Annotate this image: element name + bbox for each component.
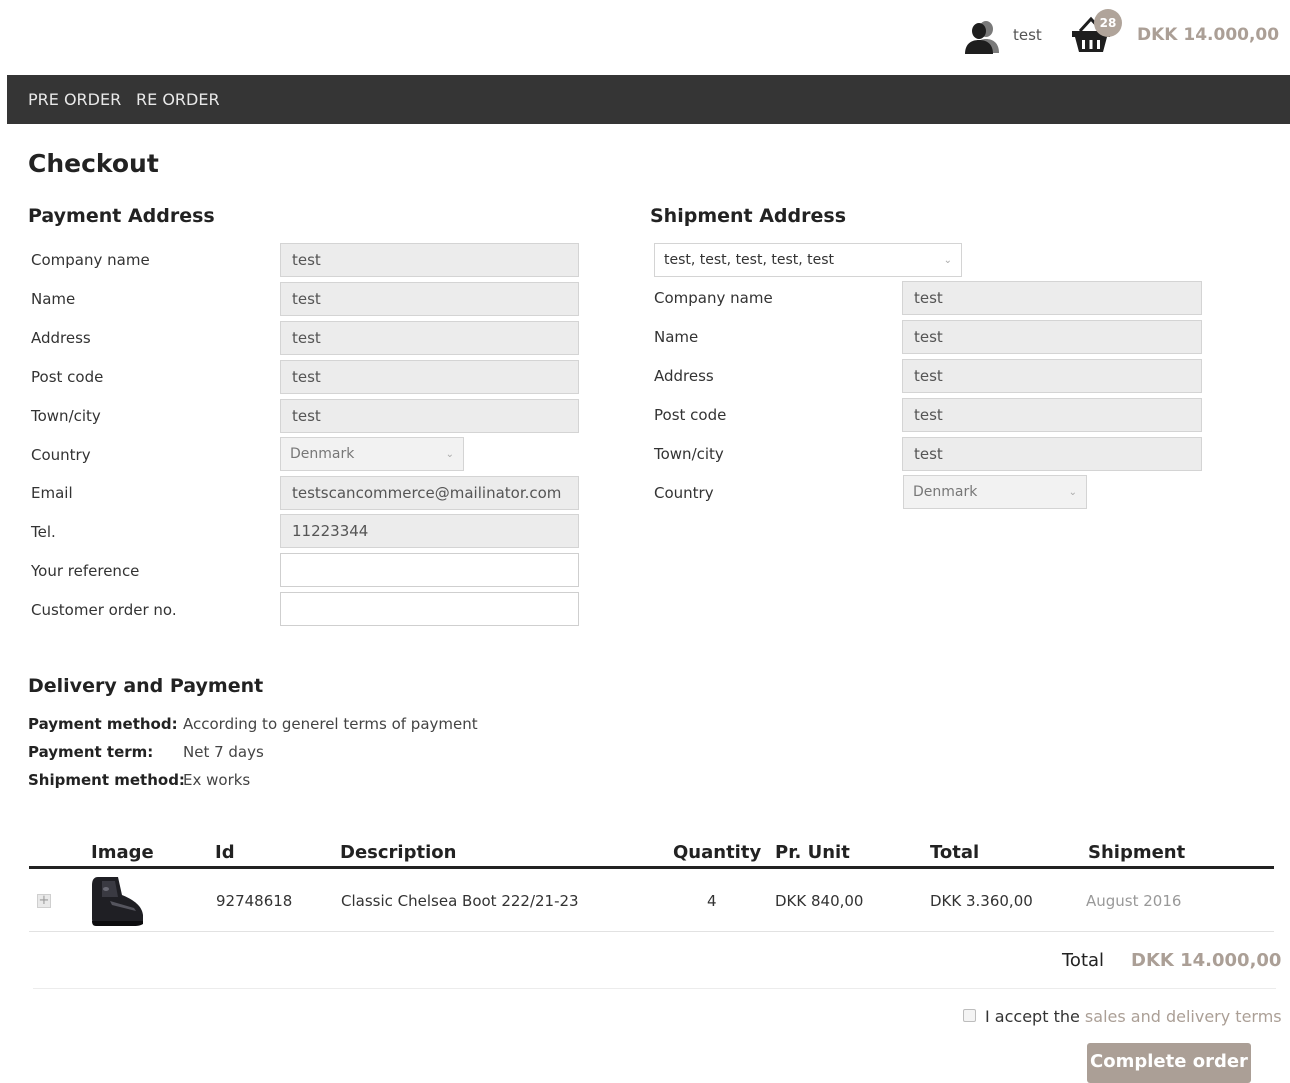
payment-term-value: Net 7 days — [183, 743, 264, 761]
row-shipment: August 2016 — [1086, 892, 1182, 910]
accept-terms-prefix: I accept the — [985, 1007, 1080, 1026]
nav-pre-order[interactable]: PRE ORDER — [28, 90, 121, 109]
ship-address-field[interactable]: test — [902, 359, 1202, 393]
ship-company-field[interactable]: test — [902, 281, 1202, 315]
chevron-down-icon: ⌄ — [1068, 486, 1077, 498]
payment-term-label: Payment term: — [28, 743, 154, 761]
shipment-address-heading: Shipment Address — [650, 205, 847, 227]
nav-re-order[interactable]: RE ORDER — [136, 90, 220, 109]
row-unit-price: DKK 840,00 — [775, 892, 864, 910]
customer-order-no-field[interactable] — [280, 592, 579, 626]
ship-company-label: Company name — [654, 289, 773, 307]
chevron-down-icon: ⌄ — [943, 254, 952, 266]
row-total: DKK 3.360,00 — [930, 892, 1033, 910]
ship-address-label: Address — [654, 367, 714, 385]
col-quantity: Quantity — [673, 842, 762, 863]
ship-postcode-label: Post code — [654, 406, 727, 424]
col-shipment: Shipment — [1088, 842, 1186, 863]
delivery-heading: Delivery and Payment — [28, 675, 264, 697]
sales-delivery-terms-link[interactable]: sales and delivery terms — [1085, 1007, 1282, 1026]
shipment-method-value: Ex works — [183, 771, 251, 789]
order-total-value: DKK 14.000,00 — [1131, 950, 1282, 971]
row-quantity: 4 — [707, 892, 717, 910]
ship-country-value: Denmark — [913, 484, 978, 500]
row-id: 92748618 — [216, 892, 293, 910]
pay-city-label: Town/city — [31, 407, 101, 425]
pay-email-field[interactable]: testscancommerce@mailinator.com — [280, 476, 579, 510]
pay-company-label: Company name — [31, 251, 150, 269]
col-description: Description — [340, 842, 457, 863]
table-header-divider — [29, 866, 1274, 869]
total-divider — [33, 988, 1276, 989]
pay-country-label: Country — [31, 446, 91, 464]
table-row-divider — [29, 931, 1274, 932]
ship-city-label: Town/city — [654, 445, 724, 463]
ship-city-field[interactable]: test — [902, 437, 1202, 471]
pay-email-label: Email — [31, 484, 73, 502]
pay-country-select[interactable]: Denmark ⌄ — [280, 437, 464, 471]
expand-plus-icon[interactable]: + — [37, 894, 51, 908]
order-total-label: Total — [1062, 950, 1105, 971]
your-reference-field[interactable] — [280, 553, 579, 587]
user-name[interactable]: test — [1013, 26, 1042, 44]
ship-name-field[interactable]: test — [902, 320, 1202, 354]
pay-name-label: Name — [31, 290, 76, 308]
ship-country-select[interactable]: Denmark ⌄ — [903, 475, 1087, 509]
shipment-method-label: Shipment method: — [28, 771, 185, 789]
shipment-address-selected: test, test, test, test, test — [664, 252, 835, 268]
product-image[interactable] — [88, 875, 146, 927]
page-title: Checkout — [28, 149, 159, 178]
main-nav: PRE ORDER RE ORDER — [7, 75, 1290, 124]
col-total: Total — [930, 842, 980, 863]
col-unit-price: Pr. Unit — [775, 842, 850, 863]
col-image: Image — [91, 842, 154, 863]
chevron-down-icon: ⌄ — [445, 448, 454, 460]
pay-city-field[interactable]: test — [280, 399, 579, 433]
pay-company-field[interactable]: test — [280, 243, 579, 277]
pay-address-label: Address — [31, 329, 91, 347]
ship-postcode-field[interactable]: test — [902, 398, 1202, 432]
accept-terms-text: I accept the sales and delivery terms — [985, 1007, 1282, 1026]
payment-method-label: Payment method: — [28, 715, 178, 733]
pay-postcode-field[interactable]: test — [280, 360, 579, 394]
ship-country-label: Country — [654, 484, 714, 502]
user-icon[interactable] — [962, 19, 1002, 55]
row-description: Classic Chelsea Boot 222/21-23 — [341, 892, 579, 910]
payment-address-heading: Payment Address — [28, 205, 215, 227]
pay-tel-field[interactable]: 11223344 — [280, 514, 579, 548]
pay-tel-label: Tel. — [31, 523, 56, 541]
pay-postcode-label: Post code — [31, 368, 104, 386]
complete-order-button[interactable]: Complete order — [1087, 1043, 1251, 1083]
accept-terms-checkbox[interactable] — [963, 1009, 976, 1022]
customer-order-no-label: Customer order no. — [31, 601, 177, 619]
payment-method-value: According to generel terms of payment — [183, 715, 478, 733]
ship-name-label: Name — [654, 328, 699, 346]
your-reference-label: Your reference — [31, 562, 140, 580]
shipment-address-select[interactable]: test, test, test, test, test ⌄ — [654, 243, 962, 277]
pay-name-field[interactable]: test — [280, 282, 579, 316]
pay-country-value: Denmark — [290, 446, 355, 462]
cart-total[interactable]: DKK 14.000,00 — [1137, 25, 1279, 45]
col-id: Id — [215, 842, 235, 863]
pay-address-field[interactable]: test — [280, 321, 579, 355]
cart-count-badge: 28 — [1094, 9, 1122, 37]
